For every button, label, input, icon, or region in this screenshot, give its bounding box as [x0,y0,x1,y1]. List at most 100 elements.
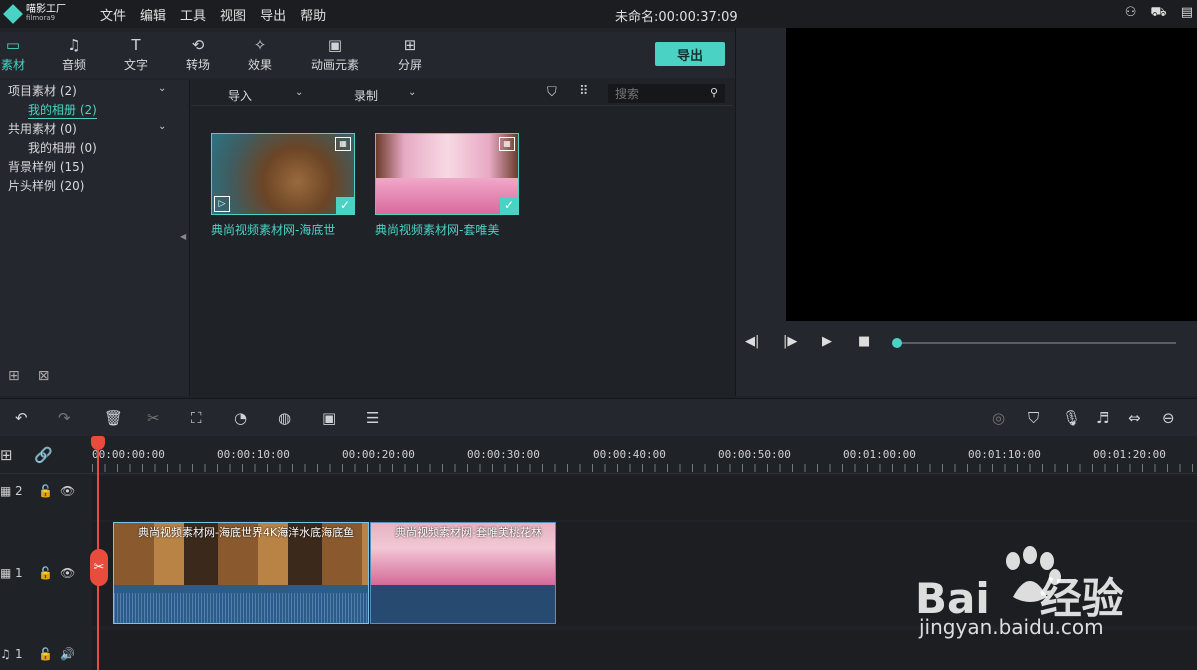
undo-icon[interactable]: ↶ [15,409,28,427]
stop-icon[interactable]: ■ [858,334,870,349]
ruler-label: 00:01:10:00 [968,448,1041,461]
preview-screen [786,28,1197,321]
ruler-label: 00:00:40:00 [593,448,666,461]
search-input[interactable] [608,84,725,103]
save-icon[interactable]: ▤ [1181,5,1193,22]
checkmark-icon: ✓ [500,197,518,214]
tree-my-album-project[interactable]: 我的相册 (2) [28,101,97,119]
collapse-panel-icon[interactable]: ◀ [180,232,186,241]
search-icon[interactable]: ⚲ [710,86,718,99]
media-item-label: 典尚视频素材网-海底世 [211,223,336,237]
filter-icon[interactable]: ⛉ [547,85,557,100]
play-icon[interactable]: ▶ [822,334,832,349]
music-note-icon: ♫ [67,36,81,54]
ruler-label: 00:01:00:00 [843,448,916,461]
menu-edit[interactable]: 编辑 [140,5,166,24]
menu-tools[interactable]: 工具 [180,5,206,24]
tree-project-media[interactable]: 项目素材 (2) [8,82,77,99]
tree-shared-media[interactable]: 共用素材 (0) [8,120,77,137]
lock-icon[interactable]: 🔓 [38,647,53,661]
step-back-icon[interactable]: ◀| [745,334,759,349]
eye-icon[interactable]: 👁 [60,566,75,580]
time-ruler[interactable]: 00:00:00:00 00:00:10:00 00:00:20:00 00:0… [0,436,1197,474]
import-dropdown[interactable]: 导入 [228,87,252,104]
timeline-toolbar: ↶ ↷ 🗑 ✂ ⛶ ◔ ◍ ▣ ☰ ◎ ⛉ 🎙 ♬ ⇔ ⊖ [0,398,1197,436]
delete-icon[interactable]: 🗑 [104,409,123,427]
voiceover-icon[interactable]: ♬ [1096,409,1109,427]
marker-icon[interactable]: ⛉ [1028,409,1039,427]
lock-icon[interactable]: 🔓 [38,566,53,580]
export-button[interactable]: 导出 [655,42,725,66]
tab-elements[interactable]: ▣ 动画元素 [306,36,364,73]
crop-icon[interactable]: ⛶ [191,409,202,427]
tab-transition[interactable]: ⟲ 转场 [182,36,214,73]
delete-folder-icon[interactable]: ⊠ [38,368,50,384]
new-folder-icon[interactable]: ⊞ [8,368,20,384]
record-screen-icon[interactable]: ▣ [322,409,336,427]
menu-file[interactable]: 文件 [100,5,126,24]
tree-my-album-shared[interactable]: 我的相册 (0) [28,139,97,156]
media-thumbnail[interactable]: ▦ ✓ [375,133,519,215]
chevron-down-icon[interactable]: ⌄ [295,87,303,98]
transition-icon: ⟲ [191,36,205,54]
logo-cn: 喵影工厂 [26,4,66,15]
lock-icon[interactable]: 🔓 [38,484,53,498]
add-track-icon[interactable]: ⊞ [0,446,13,464]
chevron-down-icon[interactable]: ⌄ [158,83,166,94]
timeline-clip[interactable]: 典尚视频素材网-海底世界4K海洋水底海底鱼 [113,522,369,624]
play-badge-icon: ▷ [214,196,230,212]
grid-view-icon[interactable]: ⠿ [579,84,589,99]
scrubber-knob[interactable] [892,338,902,348]
checkmark-icon: ✓ [336,197,354,214]
fit-timeline-icon[interactable]: ⇔ [1128,409,1141,427]
track-head-audio1: ♫ 1 🔓 🔊 [0,647,75,661]
cart-icon[interactable]: ⛟ [1150,5,1166,22]
document-title: 未命名:00:00:37:09 [615,10,738,25]
text-icon: T [131,36,141,54]
tab-media[interactable]: ▭ 素材 [0,36,26,73]
media-tabs: ▭ 素材 ♫ 音频 T 文字 ⟲ 转场 ✧ 效果 ▣ 动画元素 ⊞ 分屏 [0,32,735,78]
media-item-label: 典尚视频素材网-套唯美 [375,223,500,237]
ruler-label: 00:00:30:00 [467,448,540,461]
step-forward-icon[interactable]: |▶ [783,334,797,349]
microphone-icon[interactable]: 🎙 [1062,409,1081,427]
menu-export[interactable]: 导出 [260,5,286,24]
media-thumbnail[interactable]: ▦ ▷ ✓ [211,133,355,215]
ruler-label: 00:00:50:00 [718,448,791,461]
timeline-clip[interactable]: 典尚视频素材网-套唯美桃花林 [370,522,556,624]
preview-scrubber[interactable] [897,342,1176,344]
redo-icon[interactable]: ↷ [58,409,71,427]
tab-audio[interactable]: ♫ 音频 [58,36,90,73]
tree-intro-samples[interactable]: 片头样例 (20) [8,177,84,194]
cut-icon[interactable]: ✂ [147,409,160,427]
zoom-out-icon[interactable]: ⊖ [1162,409,1175,427]
scissors-icon[interactable]: ✂ [90,549,108,586]
adjust-icon[interactable]: ☰ [366,409,379,427]
clip-title: 典尚视频素材网-套唯美桃花林 [395,526,542,539]
record-dropdown[interactable]: 录制 [354,87,378,104]
image-icon: ▣ [327,36,343,54]
ruler-ticks [92,464,1197,472]
ruler-label: 00:01:20:00 [1093,448,1166,461]
tree-background-samples[interactable]: 背景样例 (15) [8,158,84,175]
film-icon: ▦ [499,137,515,151]
render-icon[interactable]: ◎ [992,409,1005,427]
menu-view[interactable]: 视图 [220,5,246,24]
tab-text[interactable]: T 文字 [120,36,152,73]
eye-icon[interactable]: 👁 [60,484,75,498]
menu-help[interactable]: 帮助 [300,5,326,24]
track-lane-video2[interactable] [92,476,1197,520]
tab-effects[interactable]: ✧ 效果 [244,36,276,73]
speed-icon[interactable]: ◔ [234,409,247,427]
playhead-handle[interactable] [91,436,105,450]
audio-waveform [114,593,368,623]
chevron-down-icon[interactable]: ⌄ [158,121,166,132]
link-icon[interactable]: 🔗 [34,446,53,464]
speaker-icon[interactable]: 🔊 [60,647,75,661]
user-icon[interactable]: ⚇ [1125,5,1137,22]
folder-icon: ▭ [5,36,21,54]
tab-splitscreen[interactable]: ⊞ 分屏 [394,36,426,73]
chevron-down-icon[interactable]: ⌄ [408,87,416,98]
color-icon[interactable]: ◍ [278,409,291,427]
music-note-icon: ♫ [0,647,11,661]
